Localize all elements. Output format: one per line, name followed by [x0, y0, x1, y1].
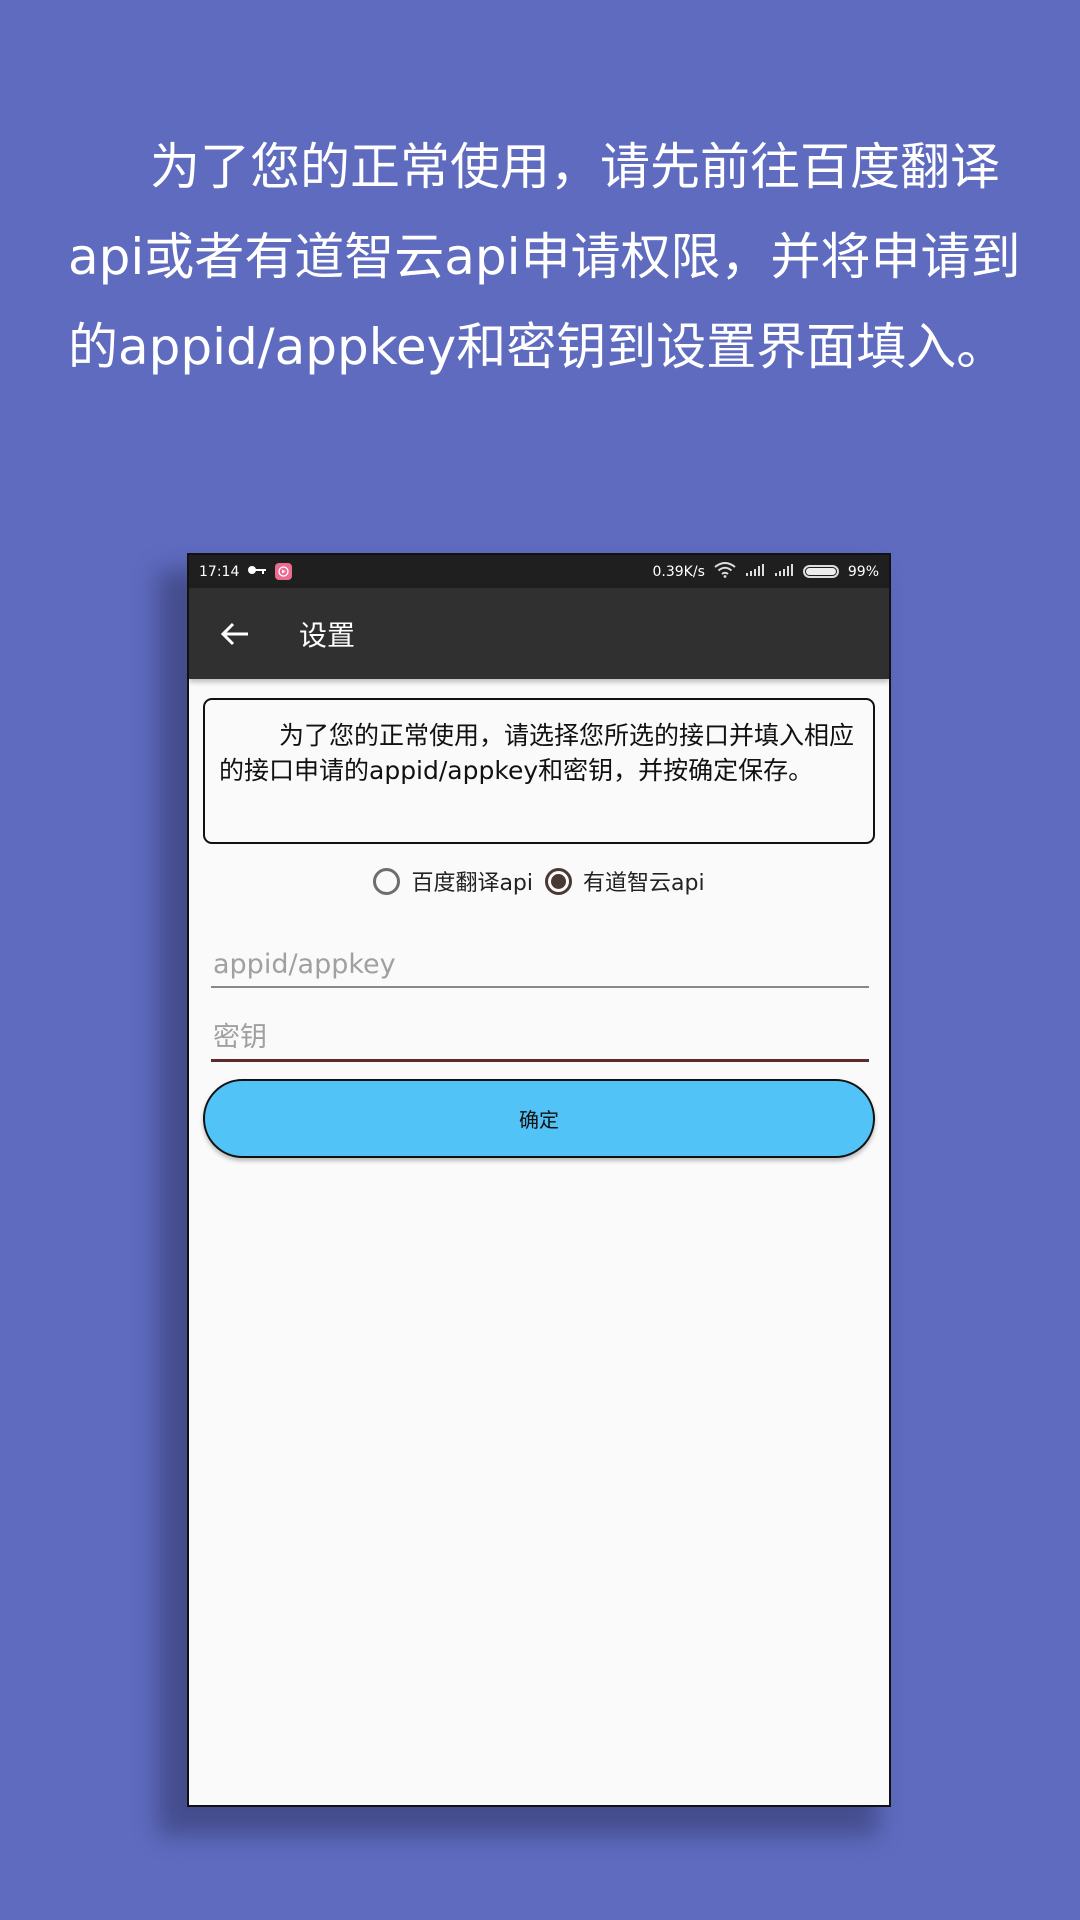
radio-checked-icon[interactable] — [545, 867, 572, 895]
signal-icon-2 — [774, 563, 794, 581]
phone-screenshot: 17:14 0.39K/s 99% 设置 为了您的正常使用，请选择您所选的接口并… — [187, 553, 891, 1807]
wifi-icon — [714, 561, 736, 582]
radio-label-baidu: 百度翻译api — [411, 871, 533, 896]
battery-percent: 99% — [847, 563, 879, 580]
appid-underline — [211, 986, 869, 988]
appid-input[interactable] — [211, 949, 873, 986]
radio-label-youdao: 有道智云api — [583, 871, 705, 896]
appid-field — [211, 949, 873, 988]
radio-unchecked-icon[interactable] — [373, 867, 401, 895]
promo-text: 为了您的正常使用，请先前往百度翻译api或者有道智云api申请权限，并将申请到的… — [68, 138, 1021, 376]
secret-input[interactable] — [211, 1022, 873, 1059]
radio-option-baidu[interactable]: 百度翻译api — [373, 865, 533, 897]
status-bar: 17:14 0.39K/s 99% — [189, 555, 889, 588]
arrow-left-icon — [220, 622, 248, 645]
radio-option-youdao[interactable]: 有道智云api — [545, 865, 705, 897]
status-time: 17:14 — [199, 563, 240, 580]
notice-box: 为了您的正常使用，请选择您所选的接口并填入相应的接口申请的appid/appke… — [203, 698, 875, 844]
api-selector: 百度翻译api 有道智云api — [189, 865, 889, 897]
page-title: 设置 — [299, 618, 356, 652]
app-bar: 设置 — [189, 588, 889, 679]
app-notification-icon — [275, 563, 293, 580]
net-speed: 0.39K/s — [652, 563, 705, 580]
key-icon — [247, 564, 267, 580]
back-button[interactable] — [215, 614, 255, 654]
confirm-button[interactable]: 确定 — [203, 1079, 875, 1158]
secret-underline — [211, 1059, 869, 1062]
battery-icon — [802, 565, 839, 578]
secret-field — [211, 1022, 873, 1062]
signal-icon — [745, 563, 765, 581]
